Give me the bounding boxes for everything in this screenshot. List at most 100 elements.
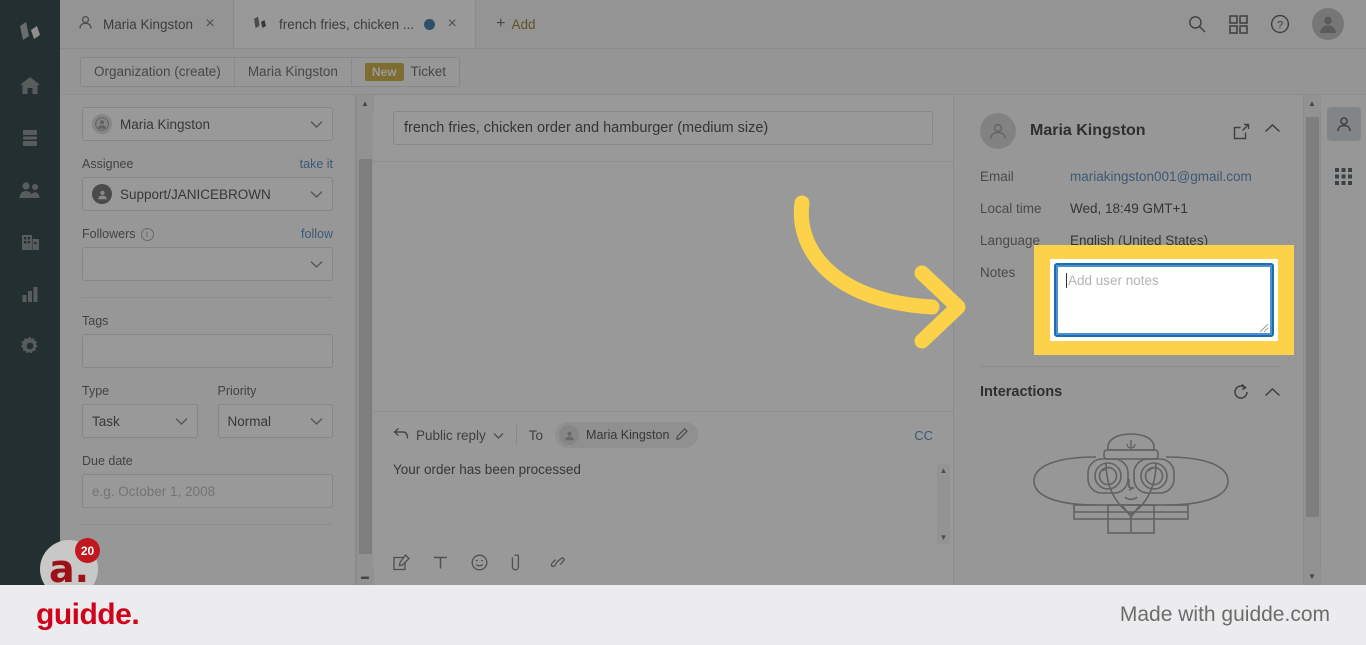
recipient-avatar-icon [559, 425, 580, 445]
chevron-down-icon [310, 187, 323, 202]
assignee-label: Assignee [82, 157, 134, 171]
due-date-label: Due date [82, 454, 133, 468]
help-icon[interactable]: ? [1270, 14, 1290, 34]
field-key: Email [980, 169, 1014, 184]
scroll-down-arrow-icon[interactable]: ▼ [1303, 568, 1321, 585]
refresh-icon[interactable] [1232, 383, 1250, 401]
edit-pencil-icon[interactable] [676, 427, 689, 443]
add-tab-button[interactable]: + Add [476, 0, 555, 48]
attachment-icon[interactable] [510, 554, 527, 571]
user-avatar-icon [92, 114, 112, 134]
take-it-link[interactable]: take it [300, 157, 333, 171]
type-value: Task [92, 413, 120, 429]
sidebar-item-reporting[interactable] [8, 272, 52, 316]
composer-header: Public reply To Maria Kingston CC [373, 412, 953, 458]
priority-select[interactable]: Normal [217, 404, 333, 438]
composer-divider [515, 425, 517, 445]
form-divider-bottom [82, 524, 333, 525]
field-key: Local time [980, 201, 1042, 216]
field-value[interactable]: mariakingston001@gmail.com [1070, 169, 1252, 184]
scroll-up-arrow-icon[interactable]: ▲ [940, 466, 948, 475]
type-label-row: Type [82, 384, 198, 398]
sidebar-item-dashboard[interactable] [8, 64, 52, 108]
customer-pane-scrollbar[interactable]: ▲ ▼ [1303, 95, 1321, 585]
apps-grid-icon[interactable] [1229, 14, 1248, 34]
assignee-field: Assignee take it Support/JANICEBROWN [82, 157, 333, 211]
composer-scrollbar[interactable]: ▲ ▼ [937, 464, 950, 544]
scrollbar-thumb[interactable] [359, 159, 372, 554]
home-icon [19, 75, 41, 97]
sidebar-item-admin[interactable] [8, 324, 52, 368]
user-notes-textarea[interactable]: Add user notes [1054, 263, 1274, 337]
composer-body[interactable]: Your order has been processed ▲ ▼ [373, 458, 953, 544]
due-date-input[interactable]: e.g. October 1, 2008 [82, 474, 333, 508]
overviews-icon [19, 127, 41, 149]
chevron-down-icon [310, 117, 323, 132]
text-format-icon[interactable] [432, 554, 449, 571]
signature-icon[interactable] [393, 554, 410, 571]
tab-ticket-french-fries[interactable]: french fries, chicken ... × [234, 0, 477, 48]
follow-link[interactable]: follow [301, 227, 333, 241]
scroll-up-arrow-icon[interactable]: ▲ [356, 95, 374, 112]
ticket-title-input[interactable]: french fries, chicken order and hamburge… [393, 111, 933, 145]
emoji-icon[interactable] [471, 554, 488, 571]
field-value: Wed, 18:49 GMT+1 [1070, 201, 1188, 216]
priority-label-row: Priority [218, 384, 334, 398]
close-icon[interactable]: × [445, 16, 459, 32]
breadcrumb-item-ticket[interactable]: New Ticket [351, 57, 460, 86]
tags-input[interactable] [82, 334, 333, 368]
breadcrumb-item-organization[interactable]: Organization (create) [81, 57, 235, 86]
email-link[interactable]: mariakingston001@gmail.com [1070, 169, 1252, 184]
followers-select[interactable] [82, 247, 333, 281]
open-external-icon[interactable] [1233, 123, 1250, 140]
sidebar-item-organizations[interactable] [8, 220, 52, 264]
ticket-thread [373, 162, 953, 411]
assignee-select[interactable]: Support/JANICEBROWN [82, 177, 333, 211]
close-icon[interactable]: × [203, 16, 217, 32]
guidde-step-count: 20 [75, 538, 100, 563]
topbar-actions: ? [1187, 0, 1366, 48]
apps-tab-icon[interactable] [1327, 159, 1361, 193]
bar-chart-icon [19, 283, 41, 305]
scroll-down-arrow-icon[interactable]: ▬ [356, 568, 374, 585]
chevron-down-icon [493, 428, 504, 443]
customer-tab-icon[interactable] [1326, 107, 1361, 141]
customer-header: Maria Kingston [980, 113, 1281, 149]
avatar[interactable] [1312, 8, 1344, 40]
customer-name: Maria Kingston [1030, 122, 1146, 139]
link-icon[interactable] [549, 554, 567, 571]
scroll-down-arrow-icon[interactable]: ▼ [940, 533, 948, 542]
sidebar-item-overviews[interactable] [8, 116, 52, 160]
assignee-value: Support/JANICEBROWN [120, 186, 271, 202]
collapse-chevron-up-icon[interactable] [1264, 123, 1281, 140]
made-with-label: Made with guidde.com [1119, 603, 1330, 626]
zammad-logo-icon[interactable] [17, 20, 43, 44]
breadcrumb-item-customer[interactable]: Maria Kingston [234, 57, 352, 86]
tags-label-row: Tags [82, 314, 333, 328]
search-icon[interactable] [1187, 14, 1207, 34]
recipient-chip[interactable]: Maria Kingston [555, 422, 699, 448]
reply-type-selector[interactable]: Public reply [393, 427, 504, 443]
users-icon [18, 179, 42, 201]
cc-link[interactable]: CC [914, 428, 933, 443]
scroll-up-arrow-icon[interactable]: ▲ [1303, 95, 1321, 112]
chevron-down-icon [310, 414, 323, 429]
sidebar-item-customers[interactable] [8, 168, 52, 212]
resize-grip-icon[interactable] [1259, 323, 1269, 333]
breadcrumb: Organization (create) Maria Kingston New… [80, 56, 461, 87]
form-pane-scrollbar[interactable]: ▲ ▬ [356, 95, 374, 585]
scrollbar-thumb[interactable] [1306, 117, 1319, 517]
customer-select[interactable]: Maria Kingston [82, 107, 333, 141]
collapse-chevron-up-icon[interactable] [1264, 387, 1281, 398]
tab-maria-kingston[interactable]: Maria Kingston × [60, 0, 235, 48]
plus-icon: + [496, 15, 506, 32]
building-icon [19, 231, 42, 253]
customer-avatar [980, 113, 1016, 149]
customer-value: Maria Kingston [120, 116, 211, 132]
type-select[interactable]: Task [82, 404, 198, 438]
info-icon[interactable]: i [140, 227, 154, 241]
breadcrumb-label: Ticket [410, 64, 447, 79]
assignee-label-row: Assignee take it [82, 157, 333, 171]
guidde-wordmark: guidde. [36, 598, 140, 631]
sailor-binoculars-icon [1032, 433, 1229, 534]
